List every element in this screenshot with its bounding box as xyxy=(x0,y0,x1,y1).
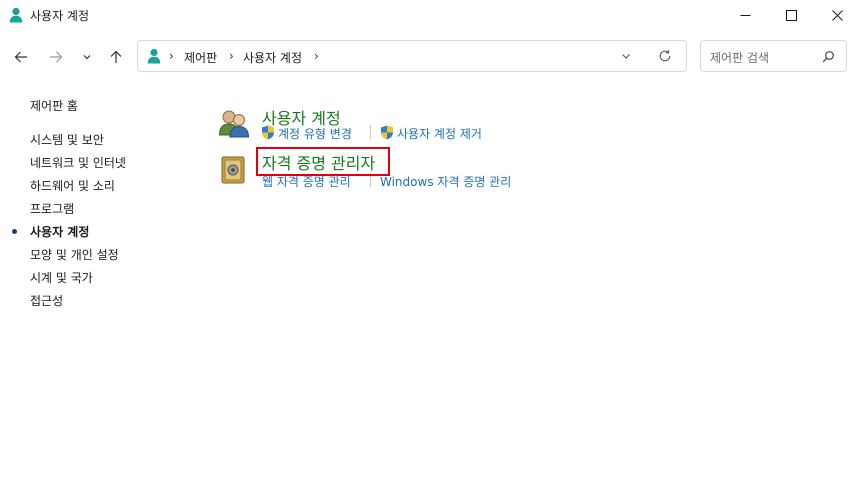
sidebar-item-system-security[interactable]: 시스템 및 보안 xyxy=(30,131,104,148)
breadcrumb-separator[interactable]: › xyxy=(314,49,319,63)
breadcrumb-separator[interactable]: › xyxy=(229,49,234,63)
arrow-up-icon xyxy=(110,50,122,63)
minimize-icon xyxy=(740,14,750,16)
chevron-down-icon xyxy=(83,55,91,60)
search-icon[interactable] xyxy=(822,50,835,63)
credential-manager-icon xyxy=(221,156,245,184)
sidebar-item-appearance[interactable]: 모양 및 개인 설정 xyxy=(30,246,119,263)
search-box[interactable]: 제어판 검색 xyxy=(700,40,847,72)
recent-locations-button[interactable] xyxy=(75,44,99,70)
arrow-right-icon xyxy=(50,51,63,63)
link-remove-user-accounts[interactable]: 사용자 계정 제거 xyxy=(397,125,482,142)
users-icon xyxy=(218,110,250,138)
sidebar-item-programs[interactable]: 프로그램 xyxy=(30,200,74,217)
minimize-button[interactable] xyxy=(722,0,768,30)
active-item-bullet xyxy=(12,229,17,234)
breadcrumb-separator[interactable]: › xyxy=(169,49,174,63)
highlight-box xyxy=(256,147,390,176)
sidebar-item-clock-region[interactable]: 시계 및 국가 xyxy=(30,269,93,286)
window-title: 사용자 계정 xyxy=(30,9,90,23)
search-input[interactable]: 제어판 검색 xyxy=(710,49,769,66)
maximize-icon xyxy=(785,9,797,21)
close-button[interactable] xyxy=(814,0,860,30)
chevron-down-icon[interactable] xyxy=(620,50,632,62)
back-button[interactable] xyxy=(9,44,33,70)
arrow-left-icon xyxy=(14,51,27,63)
maximize-button[interactable] xyxy=(768,0,814,30)
sidebar-item-ease-of-access[interactable]: 접근성 xyxy=(30,292,63,309)
address-bar[interactable]: › 제어판 › 사용자 계정 › xyxy=(137,40,687,72)
sidebar-item-network-internet[interactable]: 네트워크 및 인터넷 xyxy=(30,154,126,171)
user-accounts-icon xyxy=(9,7,23,23)
uac-shield-icon xyxy=(262,125,274,140)
link-change-account-type[interactable]: 계정 유형 변경 xyxy=(278,125,352,142)
sidebar-control-panel-home[interactable]: 제어판 홈 xyxy=(30,97,78,114)
user-accounts-icon xyxy=(147,48,161,64)
refresh-icon[interactable] xyxy=(658,49,672,63)
forward-button[interactable] xyxy=(44,44,68,70)
close-icon xyxy=(831,9,843,21)
up-button[interactable] xyxy=(104,44,128,70)
sidebar-item-user-accounts[interactable]: 사용자 계정 xyxy=(30,223,89,240)
sidebar-item-hardware-sound[interactable]: 하드웨어 및 소리 xyxy=(30,177,115,194)
link-manage-windows-credentials[interactable]: Windows 자격 증명 관리 xyxy=(380,173,511,190)
link-separator xyxy=(370,125,371,139)
uac-shield-icon xyxy=(381,125,393,140)
title-bar: 사용자 계정 xyxy=(0,0,860,30)
breadcrumb-user-accounts[interactable]: 사용자 계정 xyxy=(243,49,302,66)
breadcrumb-control-panel[interactable]: 제어판 xyxy=(184,49,217,66)
